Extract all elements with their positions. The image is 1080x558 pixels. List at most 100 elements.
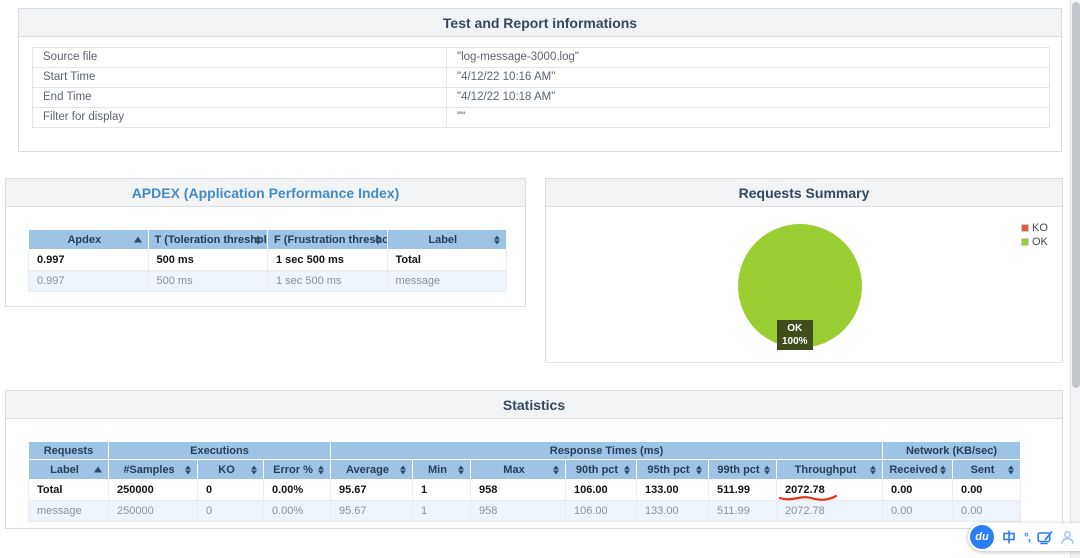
cell-average: 95.67 [330,500,413,522]
stats-col-error[interactable]: Error % [263,459,331,480]
col-label: F (Frustration threshold) [274,233,386,246]
col-label: Sent [970,463,995,476]
group-response-times: Response Times (ms) [329,441,884,460]
pie-slice-label: OK 100% [777,320,813,350]
sort-both-icon [374,235,382,244]
info-row: Filter for display "" [32,107,1050,128]
apdex-panel: APDEX (Application Performance Index) Ap… [5,178,526,307]
sort-both-icon [318,465,325,474]
punctuation-mode-icon[interactable]: °, [1024,530,1031,544]
stats-col-90pct[interactable]: 90th pct [565,459,637,480]
label-value: Total [386,249,507,271]
cell-error: 0.00% [263,500,331,522]
pie-label-name: OK [787,323,803,334]
cell-ko: 0 [197,500,264,522]
apdex-col-label[interactable]: Label [386,229,507,250]
pie-label-percent: 100% [782,336,808,347]
apdex-col-apdex[interactable]: Apdex [28,229,149,250]
col-label: Min [428,463,447,476]
sort-both-icon [696,465,703,474]
col-label: Apdex [67,233,102,246]
info-label: Filter for display [32,107,447,128]
baidu-ime-logo[interactable]: du [970,525,994,549]
info-row: Start Time "4/12/22 10:16 AM" [32,67,1050,88]
chinese-mode-icon[interactable] [1001,529,1017,545]
col-label: Average [345,463,389,476]
stats-col-min[interactable]: Min [412,459,471,480]
legend-label: OK [1032,236,1048,248]
statistics-panel: Statistics Requests Executions Response … [5,390,1063,529]
handwriting-pad-icon[interactable] [1037,530,1053,545]
stats-col-average[interactable]: Average [330,459,413,480]
legend-item-ko: KO [1021,221,1048,235]
stats-col-99pct[interactable]: 99th pct [708,459,777,480]
cell-90pct: 106.00 [565,479,637,501]
info-value: "log-message-3000.log" [446,47,1050,68]
cell-received: 0.00 [882,500,954,522]
group-network: Network (KB/sec) [882,441,1022,460]
apdex-value: 0.997 [28,249,149,271]
statistics-panel-header: Statistics [6,391,1062,419]
cell-throughput: 2072.78 [775,500,884,522]
stats-row-total: Total 250000 0 0.00% 95.67 1 958 106.00 … [28,479,1022,501]
stats-col-ko[interactable]: KO [197,459,264,480]
cell-90pct: 106.00 [565,500,637,522]
test-info-title: Test and Report informations [442,14,638,31]
baidu-ime-toolbar: du °, [968,523,1080,551]
legend-item-ok: OK [1021,235,1048,249]
cell-min: 1 [412,479,471,501]
sort-both-icon [553,465,560,474]
label-value: message [386,270,507,292]
apdex-title-link[interactable]: APDEX (Application Performance Index) [132,185,400,201]
browser-scrollbar-thumb[interactable] [1072,2,1080,388]
ok-swatch-icon [1021,238,1029,246]
col-label: Label [50,463,79,476]
stats-column-header-row: Label #Samples KO Error % Average Min Ma… [28,459,1022,480]
cell-average: 95.67 [330,479,413,501]
sort-both-icon [940,465,947,474]
cell-min: 1 [412,500,471,522]
group-requests: Requests [28,441,109,460]
toleration-value: 500 ms [147,249,268,271]
info-label: Source file [32,47,447,68]
cell-sent: 0.00 [952,479,1022,501]
stats-col-received[interactable]: Received [882,459,954,480]
stats-col-sent[interactable]: Sent [952,459,1022,480]
col-label: #Samples [123,463,175,476]
cell-received: 0.00 [882,479,954,501]
col-label: Received [889,463,938,476]
frustration-value: 1 sec 500 ms [267,249,388,271]
pie-legend: KO OK [1021,221,1048,249]
cell-throughput: 2072.78 [775,479,884,501]
test-info-panel-header: Test and Report informations [19,9,1061,37]
stats-col-throughput[interactable]: Throughput [775,459,884,480]
stats-col-max[interactable]: Max [470,459,566,480]
col-label: Max [503,463,525,476]
cell-max: 958 [470,479,566,501]
col-label: 99th pct [717,463,760,476]
stats-col-95pct[interactable]: 95th pct [636,459,709,480]
cell-error: 0.00% [263,479,331,501]
cell-ko: 0 [197,479,264,501]
stats-col-label[interactable]: Label [28,459,109,480]
sort-both-icon [255,235,262,244]
col-label: T (Toleration threshold) [154,233,268,246]
cell-label: Total [28,479,109,501]
apdex-table: Apdex T (Toleration threshold) F (Frustr… [28,229,507,292]
sort-both-icon [494,235,501,244]
stats-row-message: message 250000 0 0.00% 95.67 1 958 106.0… [28,500,1022,522]
sort-both-icon [624,465,631,474]
cell-99pct: 511.99 [708,500,777,522]
group-executions: Executions [108,441,331,460]
stats-col-samples[interactable]: #Samples [108,459,198,480]
apdex-col-frustration[interactable]: F (Frustration threshold) [267,229,388,250]
user-profile-icon[interactable] [1060,530,1075,545]
browser-scrollbar-track[interactable] [1070,0,1080,558]
cell-95pct: 133.00 [636,500,709,522]
cell-label: message [28,500,109,522]
col-label: Error % [273,463,313,476]
toleration-value: 500 ms [147,270,268,292]
apdex-row-message: 0.997 500 ms 1 sec 500 ms message [28,270,507,292]
apdex-col-toleration[interactable]: T (Toleration threshold) [147,229,268,250]
sort-asc-icon [94,466,103,473]
